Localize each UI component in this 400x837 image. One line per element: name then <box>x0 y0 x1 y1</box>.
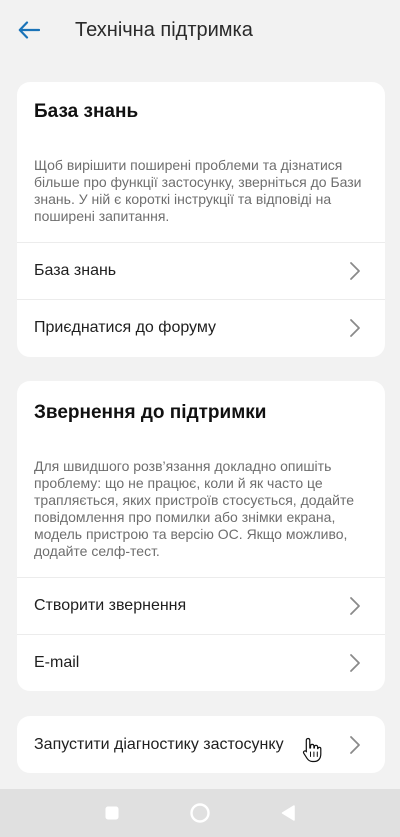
top-app-bar: Технічна підтримка <box>0 0 400 62</box>
run-diagnostics-item[interactable]: Запустити діагностику застосунку <box>17 716 385 773</box>
create-request-item-label: Створити звернення <box>34 597 187 614</box>
square-icon <box>105 806 119 820</box>
chevron-right-icon <box>350 735 360 754</box>
support-request-description: Для швидшого розв’язання докладно опишіт… <box>34 458 355 559</box>
recents-button[interactable] <box>82 789 142 837</box>
knowledge-base-item[interactable]: База знань <box>17 242 385 299</box>
home-button[interactable] <box>170 789 230 837</box>
chevron-right-icon <box>350 262 360 280</box>
knowledge-base-description: Щоб вирішити поширені проблеми та дізнат… <box>34 157 362 224</box>
knowledge-base-title: База знань <box>34 101 139 122</box>
back-button[interactable] <box>14 16 44 44</box>
system-back-button[interactable] <box>258 789 318 837</box>
circle-icon <box>190 803 210 823</box>
chevron-right-icon <box>350 654 360 672</box>
email-item-label: E-mail <box>34 654 80 671</box>
support-request-card: Звернення до підтримки Для швидшого розв… <box>17 381 385 691</box>
chevron-right-icon <box>350 319 360 337</box>
system-navigation-bar <box>0 789 400 837</box>
support-request-title: Звернення до підтримки <box>34 402 267 423</box>
join-forum-item-label: Приєднатися до форуму <box>34 319 217 336</box>
run-diagnostics-item-label: Запустити діагностику застосунку <box>34 735 284 753</box>
email-item[interactable]: E-mail <box>17 634 385 691</box>
join-forum-item[interactable]: Приєднатися до форуму <box>17 299 385 356</box>
chevron-right-icon <box>350 597 360 615</box>
knowledge-base-card: База знань Щоб вирішити поширені проблем… <box>17 82 385 357</box>
create-request-item[interactable]: Створити звернення <box>17 577 385 634</box>
knowledge-base-item-label: База знань <box>34 262 117 279</box>
diagnostics-card: Запустити діагностику застосунку <box>17 716 385 773</box>
page-title: Технічна підтримка <box>75 19 253 41</box>
triangle-back-icon <box>281 805 295 821</box>
arrow-left-icon <box>18 21 40 39</box>
